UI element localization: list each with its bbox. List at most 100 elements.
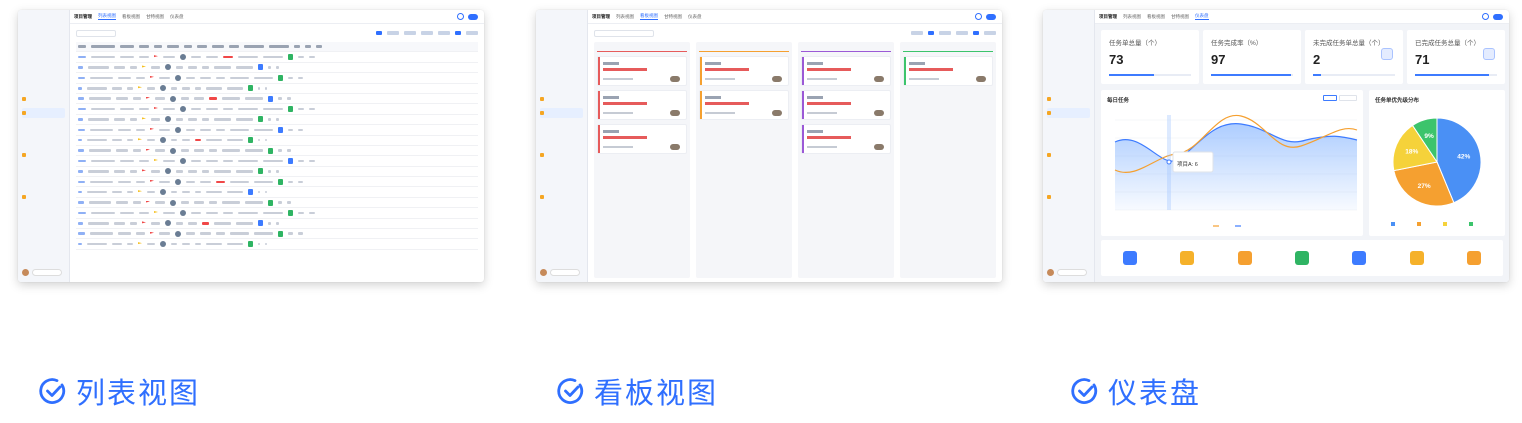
table-row[interactable] <box>76 52 478 63</box>
sidebar-item[interactable] <box>22 46 69 56</box>
range-option[interactable] <box>1323 95 1337 101</box>
sidebar-item[interactable] <box>540 192 587 202</box>
clipboard-icon[interactable] <box>1237 251 1252 265</box>
tab-gantt[interactable]: 甘特视图 <box>664 14 682 20</box>
sidebar-item[interactable] <box>22 150 69 160</box>
task-card[interactable] <box>699 90 789 120</box>
tab-kanban[interactable]: 看板视图 <box>640 13 658 20</box>
sidebar-item[interactable] <box>1047 192 1094 202</box>
range-toggle[interactable] <box>1323 95 1357 101</box>
sidebar-item-active[interactable] <box>1047 108 1090 118</box>
task-card[interactable] <box>597 56 687 86</box>
sidebar-item[interactable] <box>22 32 69 42</box>
kanban-view-screenshot[interactable]: 项目管理 列表视图 看板视图 甘特视图 仪表盘 <box>536 10 1002 282</box>
table-row[interactable] <box>76 177 478 188</box>
avatar[interactable] <box>540 269 547 276</box>
report-icon[interactable] <box>1122 251 1137 265</box>
list-view-screenshot[interactable]: 项目管理 列表视图 看板视图 甘特视图 仪表盘 <box>18 10 484 282</box>
sidebar-item[interactable] <box>22 74 69 84</box>
avatar[interactable] <box>22 269 29 276</box>
sidebar-item-active[interactable] <box>22 108 65 118</box>
table-row[interactable] <box>76 73 478 84</box>
add-icon[interactable] <box>975 13 982 20</box>
spreadsheet-icon[interactable] <box>1294 251 1309 265</box>
sidebar-item[interactable] <box>540 74 587 84</box>
table-row[interactable] <box>76 94 478 105</box>
search-input[interactable] <box>1057 269 1087 276</box>
tab-dashboard[interactable]: 仪表盘 <box>170 14 184 20</box>
sidebar-item[interactable] <box>22 136 69 146</box>
tab-dashboard[interactable]: 仪表盘 <box>688 14 702 20</box>
table-row[interactable] <box>76 136 478 146</box>
sidebar-item[interactable] <box>1047 122 1094 132</box>
table-row[interactable] <box>76 198 478 209</box>
sidebar-item[interactable] <box>1047 150 1094 160</box>
task-card[interactable] <box>597 124 687 154</box>
sidebar-item[interactable] <box>540 150 587 160</box>
sidebar-item[interactable] <box>22 178 69 188</box>
sidebar-item[interactable] <box>22 192 69 202</box>
sidebar-item[interactable] <box>540 178 587 188</box>
task-card[interactable] <box>903 56 993 86</box>
sidebar-item[interactable] <box>540 136 587 146</box>
sidebar-item[interactable] <box>540 46 587 56</box>
sidebar-item[interactable] <box>1047 74 1094 84</box>
table-row[interactable] <box>76 104 478 115</box>
sidebar-item[interactable] <box>540 164 587 174</box>
task-card[interactable] <box>801 56 891 86</box>
sidebar-item[interactable] <box>1047 136 1094 146</box>
range-option[interactable] <box>1339 95 1357 101</box>
sidebar-item[interactable] <box>22 60 69 70</box>
chat-icon[interactable] <box>986 13 996 20</box>
tab-list[interactable]: 列表视图 <box>98 13 116 20</box>
tab-gantt[interactable]: 甘特视图 <box>1171 14 1189 20</box>
table-row[interactable] <box>76 239 478 250</box>
sidebar-item-active[interactable] <box>540 108 583 118</box>
dashboard-screenshot[interactable]: 项目管理 列表视图 看板视图 甘特视图 仪表盘 任务单总量（个） 73 任务完成… <box>1043 10 1509 282</box>
sidebar-item[interactable] <box>1047 32 1094 42</box>
document-icon[interactable] <box>1180 251 1195 265</box>
sidebar-item[interactable] <box>1047 46 1094 56</box>
sidebar-item[interactable] <box>540 60 587 70</box>
task-card[interactable] <box>699 56 789 86</box>
user-icon[interactable] <box>1352 251 1367 265</box>
search-input[interactable] <box>594 29 654 37</box>
search-input[interactable] <box>550 269 580 276</box>
chat-icon[interactable] <box>468 13 478 20</box>
task-card[interactable] <box>801 124 891 154</box>
tab-kanban[interactable]: 看板视图 <box>1147 14 1165 20</box>
search-input[interactable] <box>76 29 116 37</box>
tab-kanban[interactable]: 看板视图 <box>122 14 140 20</box>
sidebar-item[interactable] <box>540 122 587 132</box>
sidebar-item[interactable] <box>540 32 587 42</box>
table-row[interactable] <box>76 167 478 178</box>
note-icon[interactable] <box>1409 251 1424 265</box>
table-row[interactable] <box>76 219 478 230</box>
task-card[interactable] <box>597 90 687 120</box>
sidebar-item[interactable] <box>1047 60 1094 70</box>
tab-gantt[interactable]: 甘特视图 <box>146 14 164 20</box>
table-row[interactable] <box>76 63 478 74</box>
table-row[interactable] <box>76 115 478 126</box>
tab-list[interactable]: 列表视图 <box>1123 14 1141 20</box>
chat-icon[interactable] <box>1493 13 1503 20</box>
tab-list[interactable]: 列表视图 <box>616 14 634 20</box>
sidebar-item[interactable] <box>540 94 587 104</box>
table-row[interactable] <box>76 187 478 198</box>
avatar[interactable] <box>1047 269 1054 276</box>
sidebar-item[interactable] <box>1047 164 1094 174</box>
sidebar-item[interactable] <box>22 122 69 132</box>
table-row[interactable] <box>76 125 478 136</box>
sidebar-item[interactable] <box>1047 178 1094 188</box>
task-card[interactable] <box>801 90 891 120</box>
add-icon[interactable] <box>1482 13 1489 20</box>
table-row[interactable] <box>76 208 478 219</box>
add-icon[interactable] <box>1467 251 1482 265</box>
table-row[interactable] <box>76 156 478 167</box>
table-row[interactable] <box>76 84 478 94</box>
table-row[interactable] <box>76 229 478 240</box>
search-input[interactable] <box>32 269 62 276</box>
add-icon[interactable] <box>457 13 464 20</box>
table-row[interactable] <box>76 146 478 157</box>
sidebar-item[interactable] <box>22 94 69 104</box>
